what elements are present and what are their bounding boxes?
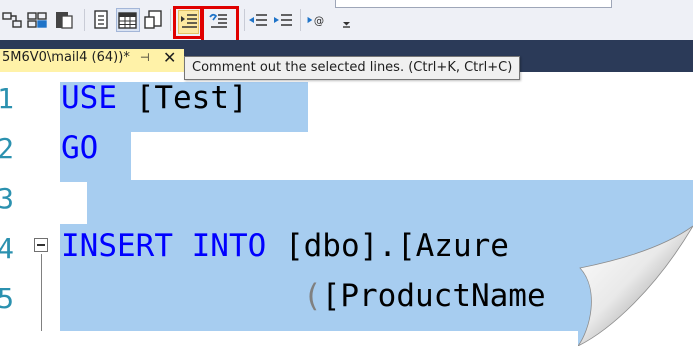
code-line-5: ([ProductName (303, 278, 546, 314)
code-keyword: INSERT INTO (61, 228, 267, 264)
fold-guide-line (41, 254, 42, 346)
toolbar-overflow-icon[interactable] (336, 8, 350, 32)
toolbar-separator (84, 9, 85, 31)
code-line-2: GO (61, 130, 98, 166)
results-to-file-icon[interactable] (53, 8, 75, 32)
tab-title: 5M6V0\mail4 (64))* (2, 50, 130, 65)
code-keyword: GO (61, 130, 99, 166)
code-line-4: INSERT INTO [dbo].[Azure (61, 228, 509, 264)
svg-text:@: @ (314, 16, 324, 27)
toolbar: @ (0, 0, 693, 43)
comment-selection-icon[interactable] (178, 10, 200, 34)
toolbar-separator (244, 9, 245, 31)
database-combo[interactable] (335, 0, 612, 8)
decrease-indent-icon[interactable] (247, 8, 269, 32)
line-number: 1 (0, 82, 14, 115)
query-options-icon[interactable] (143, 8, 165, 32)
line-number: 3 (0, 182, 14, 215)
toolbar-separator (300, 9, 301, 31)
code-keyword: USE (61, 80, 117, 116)
line-number: 5 (0, 282, 14, 315)
results-to-grid-icon[interactable] (27, 8, 49, 32)
tooltip: Comment out the selected lines. (Ctrl+K,… (184, 56, 521, 80)
query-editor[interactable]: 1 2 3 4 5 USE [Test] GO INSERT INTO [dbo… (0, 72, 693, 346)
selection-highlight (87, 180, 693, 225)
include-plan-icon[interactable] (91, 8, 113, 32)
line-number: 2 (0, 132, 14, 165)
toolbar-separator (170, 9, 171, 31)
code-text: [Test] (117, 80, 248, 116)
ssms-window: @ 5M6V0\mail4 (64))* ⊣ ✕ 1 2 3 4 5 USE [… (0, 0, 693, 346)
code-paren: ( (303, 278, 322, 314)
line-number: 4 (0, 232, 14, 265)
code-text: [dbo].[Azure (266, 228, 509, 264)
specify-template-values-icon[interactable]: @ (306, 8, 334, 32)
live-stats-icon[interactable] (116, 8, 140, 32)
uncomment-selection-icon[interactable] (208, 10, 230, 34)
code-line-1: USE [Test] (61, 80, 248, 116)
pin-icon[interactable]: ⊣ (140, 51, 150, 64)
close-icon[interactable]: ✕ (163, 48, 176, 67)
results-to-text-icon[interactable] (2, 8, 24, 32)
collapse-icon[interactable] (34, 238, 48, 252)
increase-indent-icon[interactable] (272, 8, 294, 32)
tab-query-document[interactable]: 5M6V0\mail4 (64))* ⊣ ✕ (0, 48, 184, 72)
code-text: [ProductName (321, 278, 546, 314)
